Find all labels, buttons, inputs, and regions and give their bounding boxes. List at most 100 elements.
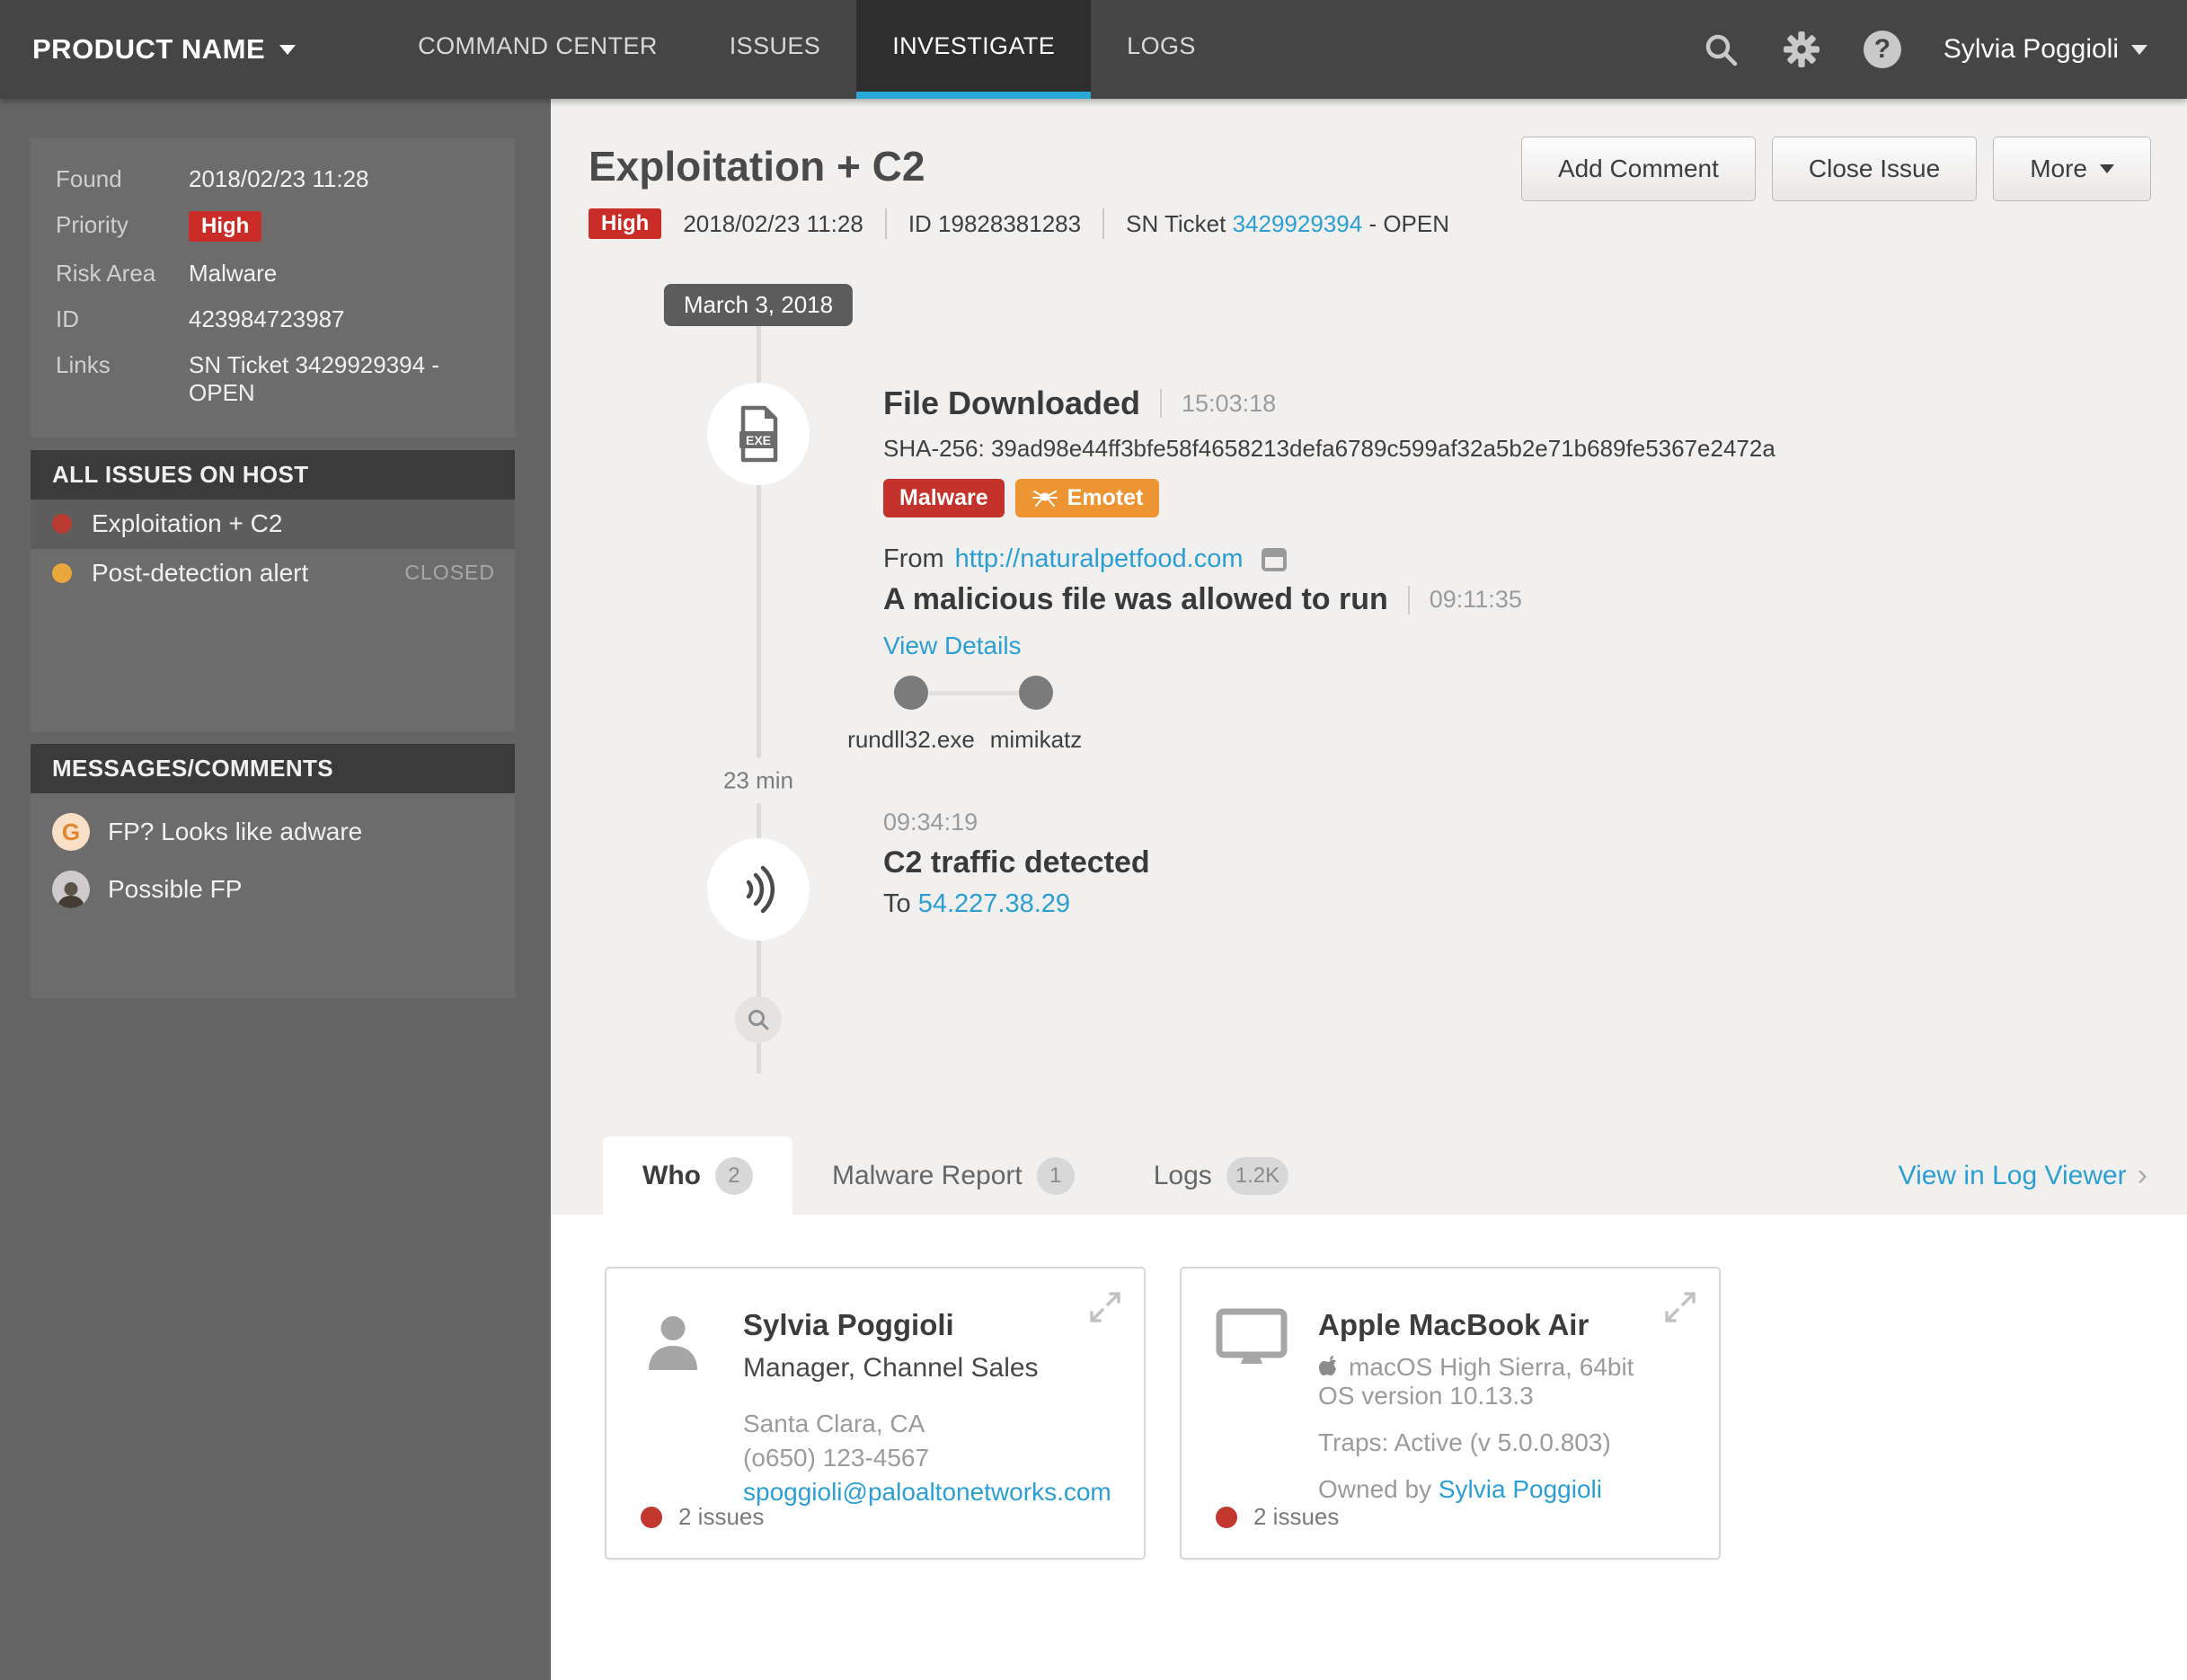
- nav-item-investigate[interactable]: INVESTIGATE: [856, 0, 1092, 99]
- timeline-zoom-icon[interactable]: [735, 996, 782, 1043]
- emotet-badge[interactable]: Emotet: [1014, 479, 1160, 517]
- timeline-gap-duration: 23 min: [721, 757, 796, 804]
- malware-badge[interactable]: Malware: [883, 479, 1005, 517]
- process-node[interactable]: [894, 676, 928, 710]
- issue-severity-dot: [52, 514, 72, 535]
- gear-icon[interactable]: [1782, 30, 1821, 69]
- source-url-link[interactable]: http://naturalpetfood.com: [955, 544, 1244, 574]
- expand-icon[interactable]: [1088, 1290, 1122, 1324]
- process-chain: rundll32.exe mimikatz: [847, 676, 1082, 765]
- close-issue-button[interactable]: Close Issue: [1771, 137, 1978, 201]
- monitor-icon: [1216, 1308, 1288, 1504]
- view-in-log-viewer-link[interactable]: View in Log Viewer ›: [1899, 1136, 2147, 1215]
- magnifier-icon: [748, 1010, 769, 1030]
- tab-who[interactable]: Who 2: [603, 1136, 792, 1215]
- add-comment-button[interactable]: Add Comment: [1520, 137, 1756, 201]
- c2-destination: To 54.227.38.29: [883, 889, 1071, 918]
- event-time: 09:34:19: [883, 809, 978, 836]
- person-contact: Santa Clara, CA (o650) 123-4567 spoggiol…: [743, 1407, 1111, 1508]
- who-tab-content: Sylvia Poggioli Manager, Channel Sales S…: [551, 1215, 2187, 1680]
- product-menu[interactable]: PRODUCT NAME: [0, 0, 297, 99]
- avatar: G: [52, 813, 90, 852]
- detail-row-found: Found 2018/02/23 11:28: [56, 165, 369, 192]
- person-card[interactable]: Sylvia Poggioli Manager, Channel Sales S…: [605, 1267, 1146, 1560]
- more-button[interactable]: More: [1993, 137, 2151, 201]
- divider: [1102, 208, 1105, 240]
- nav-item-issues[interactable]: ISSUES: [694, 0, 856, 99]
- event-malicious-file: A malicious file was allowed to run 09:1…: [883, 582, 1522, 660]
- search-icon[interactable]: [1701, 30, 1740, 69]
- download-source: From http://naturalpetfood.com: [883, 544, 1775, 574]
- chevron-down-icon: [2131, 44, 2147, 55]
- event-title: File Downloaded: [883, 385, 1141, 421]
- network-event-node[interactable]: [707, 838, 810, 941]
- all-issues-panel: ALL ISSUES ON HOST Exploitation + C2 Pos…: [31, 450, 515, 732]
- event-title-row: File Downloaded 15:03:18: [883, 385, 1775, 422]
- exe-file-icon: EXE: [739, 405, 778, 463]
- device-name: Apple MacBook Air: [1318, 1308, 1589, 1341]
- detail-row-priority: Priority High: [56, 211, 490, 243]
- issue-row-exploitation-c2[interactable]: Exploitation + C2: [31, 500, 515, 549]
- issues-count: 2 issues: [1253, 1503, 1340, 1530]
- tab-count-badge: 1: [1036, 1156, 1075, 1195]
- tab-malware-report[interactable]: Malware Report 1: [792, 1136, 1114, 1215]
- process-node[interactable]: [1019, 676, 1053, 710]
- messages-panel: MESSAGES/COMMENTS G FP? Looks like adwar…: [31, 744, 515, 999]
- action-buttons: Add Comment Close Issue More: [1520, 137, 2151, 201]
- issues-count: 2 issues: [678, 1503, 765, 1530]
- event-time: 09:11:35: [1429, 586, 1522, 613]
- issues-dot: [1216, 1506, 1237, 1528]
- chevron-down-icon: [279, 44, 297, 55]
- detail-row-id: ID 423984723987: [56, 305, 345, 333]
- issue-row-post-detection-alert[interactable]: Post-detection alert CLOSED: [31, 548, 515, 597]
- person-email-link[interactable]: spoggioli@paloaltonetworks.com: [743, 1478, 1111, 1506]
- owner-link[interactable]: Sylvia Poggioli: [1439, 1475, 1602, 1503]
- device-card[interactable]: Apple MacBook Air macOS High Sierra, 64b…: [1180, 1267, 1721, 1560]
- divider: [884, 208, 887, 240]
- c2-ip-link[interactable]: 54.227.38.29: [918, 889, 1070, 918]
- primary-nav: COMMAND CENTER ISSUES INVESTIGATE LOGS: [382, 0, 1232, 99]
- signal-waves-icon: [746, 865, 775, 914]
- user-menu[interactable]: Sylvia Poggioli: [1944, 34, 2147, 65]
- chevron-right-icon: ›: [2137, 1158, 2147, 1192]
- sha256-hash: SHA-256: 39ad98e44ff3bfe58f4658213defa67…: [883, 435, 1775, 462]
- divider: [1160, 389, 1163, 418]
- issue-severity-dot: [52, 562, 72, 583]
- issue-meta: High 2018/02/23 11:28 ID 19828381283 SN …: [589, 208, 1450, 240]
- tab-count-badge: 1.2K: [1226, 1156, 1289, 1195]
- priority-badge: High: [589, 208, 662, 240]
- app-window: PRODUCT NAME COMMAND CENTER ISSUES INVES…: [0, 0, 2187, 1680]
- expand-icon[interactable]: [1663, 1290, 1697, 1324]
- tab-count-badge: 2: [714, 1156, 753, 1195]
- person-location: Santa Clara, CA: [743, 1410, 925, 1437]
- nav-item-logs[interactable]: LOGS: [1091, 0, 1232, 99]
- svg-text:EXE: EXE: [746, 433, 771, 447]
- divider: [1407, 585, 1410, 615]
- event-title: C2 traffic detected: [883, 845, 1150, 880]
- issue-status: CLOSED: [404, 561, 495, 585]
- spider-icon: [1032, 490, 1058, 507]
- user-name: Sylvia Poggioli: [1943, 34, 2119, 64]
- device-os: macOS High Sierra, 64bit: [1318, 1353, 1634, 1382]
- event-c2-traffic: 09:34:19 C2 traffic detected To 54.227.3…: [883, 809, 1150, 919]
- nav-utilities: ? Sylvia Poggioli: [1701, 0, 2187, 99]
- priority-badge: High: [189, 211, 262, 243]
- sn-ticket: SN Ticket 3429929394 - OPEN: [1126, 209, 1450, 237]
- tab-logs[interactable]: Logs 1.2K: [1114, 1136, 1328, 1215]
- nav-item-command-center[interactable]: COMMAND CENTER: [382, 0, 694, 99]
- process-label: rundll32.exe: [847, 726, 975, 753]
- sn-ticket-link[interactable]: 3429929394: [1233, 210, 1363, 237]
- comment-item[interactable]: Possible FP: [52, 871, 493, 909]
- issue-details-panel: Found 2018/02/23 11:28 Priority High Ris…: [31, 138, 515, 438]
- card-issues-footer: 2 issues: [641, 1503, 764, 1531]
- comment-item[interactable]: G FP? Looks like adware: [52, 813, 493, 852]
- main-content: Exploitation + C2 High 2018/02/23 11:28 …: [551, 99, 2187, 1680]
- messages-header: MESSAGES/COMMENTS: [31, 744, 515, 794]
- device-traps-status: Traps: Active (v 5.0.0.803): [1318, 1428, 1611, 1456]
- help-icon[interactable]: ?: [1863, 30, 1902, 69]
- process-connector: [929, 691, 1018, 695]
- sidebar: Found 2018/02/23 11:28 Priority High Ris…: [0, 99, 551, 1680]
- browser-window-icon[interactable]: [1261, 547, 1288, 572]
- view-details-link[interactable]: View Details: [883, 632, 1022, 660]
- file-event-node[interactable]: EXE: [707, 383, 810, 485]
